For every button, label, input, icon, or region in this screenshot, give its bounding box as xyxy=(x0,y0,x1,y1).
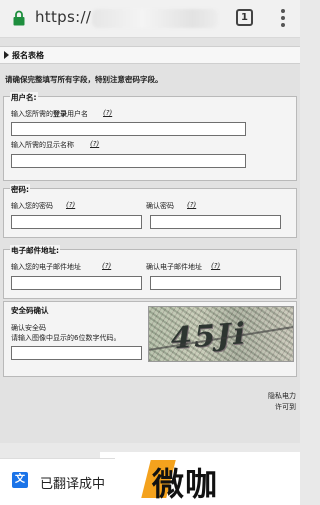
captcha-hint: 请输入图像中显示的6位数字代码。 xyxy=(11,334,121,342)
captcha-input[interactable] xyxy=(11,346,142,360)
expand-triangle-icon[interactable] xyxy=(4,51,9,59)
confirm-password-label: 确认密码 xyxy=(146,202,174,210)
url-text[interactable]: https:// xyxy=(35,8,91,26)
translate-status[interactable]: 已翻译成中 xyxy=(40,473,105,492)
confirm-email-label: 确认电子邮件地址 xyxy=(146,263,202,271)
captcha-label: 确认安全码 xyxy=(11,324,46,332)
watermark-text: 微咖 xyxy=(152,465,219,503)
confirm-email-input[interactable] xyxy=(150,276,281,290)
username-legend: 用户名: xyxy=(10,92,38,103)
email-label: 输入您的电子邮件地址 xyxy=(11,263,81,271)
browser-toolbar: https:// 1 xyxy=(0,0,300,38)
url-redacted[interactable] xyxy=(92,9,218,28)
password-legend: 密码: xyxy=(10,184,30,195)
email-fieldset: 电子邮件地址: 输入您的电子邮件地址 (?) 确认电子邮件地址 (?) xyxy=(3,245,297,299)
login-name-input[interactable] xyxy=(11,122,246,136)
translate-bar[interactable]: 文 已翻译成中 xyxy=(0,458,115,505)
help-link[interactable]: (?) xyxy=(66,201,75,209)
web-page: 报名表格 请确保完整填写所有字段，特别注意密码字段。 用户名: 输入您所需的登录… xyxy=(0,38,300,443)
help-link[interactable]: (?) xyxy=(90,140,99,148)
tab-switcher-icon[interactable]: 1 xyxy=(236,9,253,26)
display-name-label: 输入所需的显示名称 xyxy=(11,141,74,149)
watermark: 微咖 xyxy=(100,452,300,505)
footer-line-1[interactable]: 隐私电力 xyxy=(268,391,296,401)
section-header[interactable]: 报名表格 xyxy=(0,46,300,64)
login-name-label: 输入您所需的登录用户名 xyxy=(11,110,88,118)
section-title: 报名表格 xyxy=(12,51,44,60)
password-input[interactable] xyxy=(11,215,142,229)
captcha-legend: 安全码确认 xyxy=(10,305,50,316)
password-fieldset: 密码: 输入您的密码 (?) 确认密码 (?) xyxy=(3,184,297,238)
confirm-password-input[interactable] xyxy=(150,215,281,229)
help-link[interactable]: (?) xyxy=(187,201,196,209)
captcha-fieldset: 安全码确认 确认安全码 请输入图像中显示的6位数字代码。 45Ji xyxy=(3,301,297,377)
help-link[interactable]: (?) xyxy=(211,262,220,270)
help-link[interactable]: (?) xyxy=(103,109,112,117)
username-fieldset: 用户名: 输入您所需的登录用户名 (?) 输入所需的显示名称 (?) xyxy=(3,92,297,181)
email-input[interactable] xyxy=(11,276,142,290)
translate-icon[interactable]: 文 xyxy=(12,472,28,488)
help-link[interactable]: (?) xyxy=(102,262,111,270)
display-name-input[interactable] xyxy=(11,154,246,168)
password-label: 输入您的密码 xyxy=(11,202,53,210)
form-intro: 请确保完整填写所有字段，特别注意密码字段。 xyxy=(5,75,163,84)
footer-line-2[interactable]: 许可到 xyxy=(275,402,296,412)
captcha-image: 45Ji xyxy=(148,306,294,362)
more-options-icon[interactable] xyxy=(280,9,286,29)
email-legend: 电子邮件地址: xyxy=(10,245,60,256)
lock-icon[interactable] xyxy=(13,10,25,26)
